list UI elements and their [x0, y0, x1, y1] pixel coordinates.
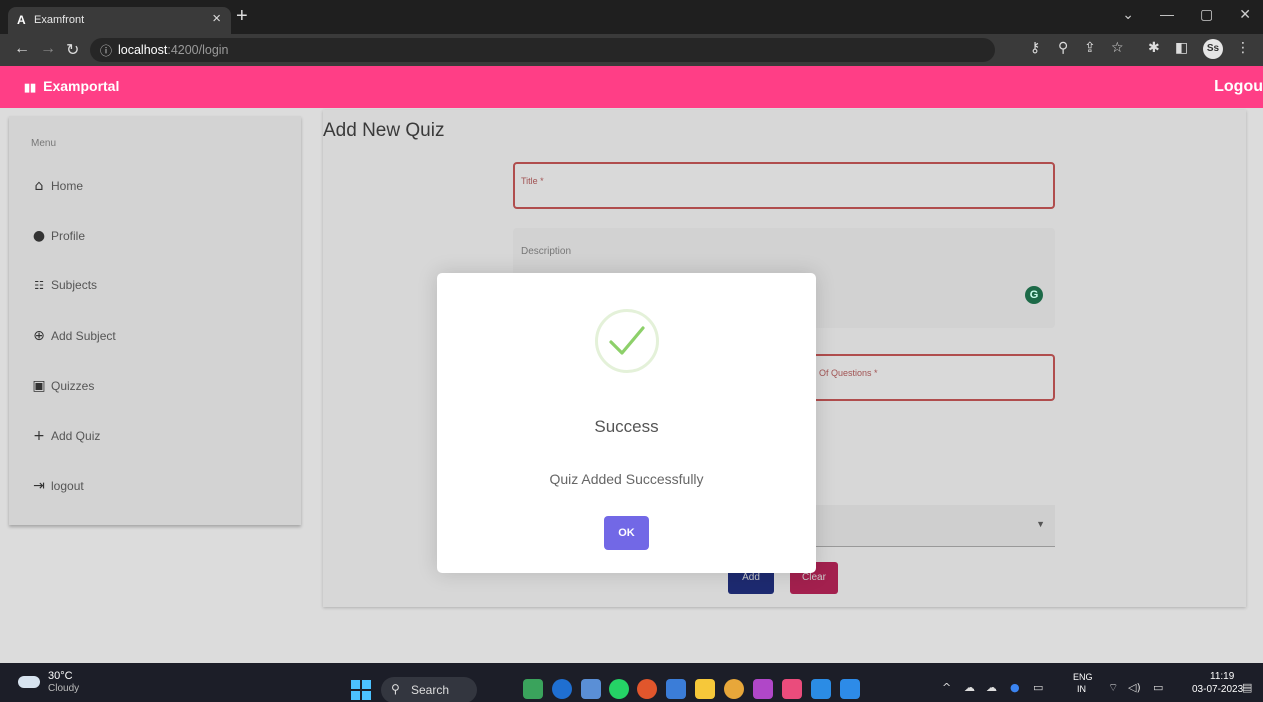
word-app-icon[interactable] [581, 679, 601, 699]
sidebar-item-add-quiz[interactable]: + Add Quiz [31, 428, 100, 444]
dialog-message: Quiz Added Successfully [549, 471, 704, 487]
tab-title: Examfront [34, 14, 85, 26]
list-icon: ☷ [34, 278, 44, 292]
search-label: Search [411, 683, 450, 697]
grammarly-icon[interactable]: G [1025, 286, 1043, 304]
close-window-icon[interactable]: ✕ [1239, 6, 1251, 23]
close-tab-icon[interactable]: × [212, 10, 221, 27]
xampp-app-icon[interactable] [782, 679, 802, 699]
weather-condition[interactable]: Cloudy [48, 683, 79, 694]
category-select[interactable]: ▼ [783, 505, 1055, 547]
check-icon [595, 309, 659, 373]
whatsapp-app-icon[interactable] [609, 679, 629, 699]
restore-icon[interactable]: ▢ [1200, 6, 1213, 23]
logout-link[interactable]: Logou [1214, 78, 1263, 96]
extensions-icon[interactable]: ✱ [1148, 40, 1160, 56]
sidebar-item-quizzes[interactable]: ▣ Quizzes [31, 378, 94, 394]
page-title: Add New Quiz [323, 120, 445, 141]
success-dialog: Success Quiz Added Successfully OK [437, 273, 816, 573]
powerpoint-app-icon[interactable] [637, 679, 657, 699]
notepad-app-icon[interactable] [666, 679, 686, 699]
sidebar-item-label: Profile [51, 229, 86, 243]
brand[interactable]: ▮▮ Examportal [24, 78, 119, 94]
chevron-up-icon[interactable]: ^ [942, 681, 951, 694]
sidebar: Menu ⌂ Home ● Profile ☷ Subjects ⊕ Add Subje… [9, 116, 301, 525]
back-icon[interactable]: ← [14, 40, 30, 58]
book-icon: ▮▮ [24, 82, 37, 94]
app-navbar: ▮▮ Examportal Logou [0, 66, 1263, 108]
notification-icon[interactable]: ▤ [1242, 681, 1252, 694]
battery-icon[interactable]: ▭ [1153, 681, 1163, 694]
share-icon[interactable]: ⇪ [1084, 40, 1096, 56]
sidebar-item-add-subject[interactable]: ⊕ Add Subject [31, 328, 116, 344]
reload-icon[interactable]: ↻ [66, 40, 79, 60]
window-controls: ⌄ — ▢ ✕ [1122, 6, 1251, 23]
vscode-app-icon[interactable] [811, 679, 831, 699]
title-input[interactable]: Title * [513, 162, 1055, 209]
minimize-icon[interactable]: — [1160, 6, 1174, 23]
zoom-icon[interactable]: ⚲ [1058, 40, 1068, 56]
sidebar-item-label: Add Subject [51, 329, 116, 343]
sidebar-title: Menu [31, 138, 57, 149]
chrome-app-icon[interactable] [724, 679, 744, 699]
taskbar [0, 663, 1263, 702]
site-info-icon[interactable]: ⓘ [100, 42, 112, 59]
sidebar-item-label: Home [51, 179, 84, 193]
widgets-app-icon[interactable] [523, 679, 543, 699]
key-icon[interactable]: ⚷ [1030, 40, 1040, 56]
questions-input-label: Of Questions * [819, 368, 878, 378]
chevron-down-icon[interactable]: ⌄ [1122, 6, 1134, 23]
dialog-title: Success [594, 417, 659, 436]
title-input-label: Title * [521, 176, 544, 186]
language-label[interactable]: ENG [1073, 672, 1093, 682]
ok-button[interactable]: OK [604, 516, 649, 550]
sidebar-item-label: logout [51, 479, 84, 493]
cloud-tray-icon[interactable]: ☁ [964, 681, 975, 694]
quiz-icon: ▣ [32, 378, 46, 394]
bookmark-star-icon[interactable]: ☆ [1111, 40, 1124, 56]
sidebar-item-logout[interactable]: ⇥ logout [31, 478, 84, 494]
description-label: Description [521, 246, 572, 257]
sidebar-item-subjects[interactable]: ☷ Subjects [31, 278, 97, 292]
sidebar-item-label: Quizzes [51, 379, 95, 393]
taskbar-search[interactable]: ⚲ Search [381, 677, 477, 702]
forward-icon[interactable]: → [40, 40, 56, 58]
clock-time[interactable]: 11:19 [1210, 671, 1234, 682]
volume-icon[interactable]: ◁) [1128, 681, 1141, 694]
home-icon: ⌂ [34, 178, 44, 194]
profile-avatar[interactable]: Ss [1203, 39, 1223, 59]
photos-app-icon[interactable] [840, 679, 860, 699]
sidebar-item-label: Subjects [51, 278, 98, 292]
new-tab-icon[interactable]: + [236, 5, 248, 28]
search-icon: ⚲ [391, 682, 400, 696]
menu-dots-icon[interactable]: ⋮ [1236, 40, 1250, 56]
brand-label: Examportal [43, 78, 120, 94]
address-bar[interactable]: ⓘ localhost:4200/login [90, 38, 995, 62]
weather-temperature[interactable]: 30°C [48, 670, 73, 682]
sidebar-item-profile[interactable]: ● Profile [31, 228, 85, 244]
dropdown-arrow-icon: ▼ [1036, 519, 1045, 529]
region-label[interactable]: IN [1077, 684, 1086, 694]
onedrive-icon[interactable]: ☁ [986, 681, 997, 694]
side-panel-icon[interactable]: ◧ [1175, 40, 1188, 56]
cloud-icon[interactable] [18, 676, 40, 688]
questions-input[interactable]: Of Questions * [813, 354, 1055, 401]
file-explorer-app-icon[interactable] [695, 679, 715, 699]
clock-date[interactable]: 03-07-2023 [1192, 684, 1243, 695]
browser-tab[interactable]: A Examfront × [8, 7, 231, 34]
sidebar-item-label: Add Quiz [51, 429, 101, 443]
logout-icon: ⇥ [33, 478, 45, 494]
url-text: localhost:4200/login [118, 43, 229, 57]
wifi-icon[interactable]: ⌔ [1108, 681, 1118, 695]
keyboard-icon[interactable]: ▭ [1033, 681, 1043, 694]
profile-icon: ● [32, 228, 46, 244]
tab-favicon: A [17, 13, 26, 27]
windows-start-icon[interactable] [351, 680, 371, 700]
plus-icon: + [33, 428, 45, 444]
bluetooth-icon[interactable]: ● [1010, 681, 1020, 694]
add-circle-icon: ⊕ [33, 328, 45, 344]
intellij-app-icon[interactable] [753, 679, 773, 699]
sidebar-item-home[interactable]: ⌂ Home [31, 178, 83, 194]
meet-app-icon[interactable] [552, 679, 572, 699]
